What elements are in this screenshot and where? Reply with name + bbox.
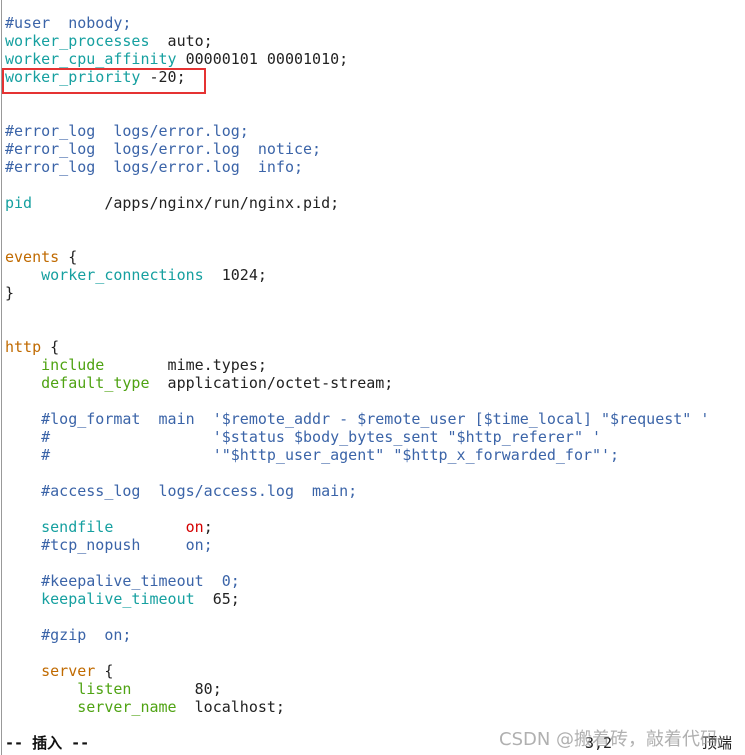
code-token-directive: keepalive_timeout [41,590,195,608]
code-token-comment: #error_log logs/error.log info; [5,158,304,176]
code-token-plain: application/octet-stream; [149,374,394,392]
code-token-plain: 65; [194,590,240,608]
code-line: server { [5,662,745,680]
code-token-directive: worker_cpu_affinity [5,50,177,68]
code-token-comment: #gzip on; [5,626,132,644]
vim-editor-buffer[interactable]: #user nobody; worker_processes auto; worke… [5,14,745,716]
code-line: #keepalive_timeout 0; [5,572,745,590]
code-line: # '"$http_user_agent" "$http_x_forwarded… [5,446,745,464]
highlight-box-worker-priority [2,68,206,94]
code-line: worker_processes auto; [5,32,745,50]
code-token-module: include [41,356,105,374]
code-token-plain: auto; [149,32,213,50]
code-line: http { [5,338,745,356]
code-token-block: events [5,248,60,266]
code-token-comment: #log_format main '$remote_addr - $remote… [5,410,710,428]
code-token-plain: { [59,248,78,266]
code-line: worker_cpu_affinity 00000101 00001010; [5,50,745,68]
code-token-directive: pid [5,194,33,212]
code-token-comment: #access_log logs/access.log main; [5,482,358,500]
code-token-comment: # '"$http_user_agent" "$http_x_forwarded… [5,446,620,464]
code-line: #user nobody; [5,14,745,32]
code-token-block: http [5,338,42,356]
code-token-directive: worker_processes [5,32,150,50]
window-left-border [1,0,2,755]
insert-mode-indicator: -- 插入 -- [5,734,90,752]
code-line: } [5,284,745,302]
code-token-comment: #error_log logs/error.log notice; [5,140,322,158]
code-token-module: server_name [77,698,177,716]
code-token-plain: mime.types; [104,356,267,374]
code-token-module: default_type [41,374,150,392]
code-line: listen 80; [5,680,745,698]
code-token-plain: } [5,284,15,302]
csdn-watermark: CSDN @搬着砖，敲着代码 [499,729,719,750]
code-token-plain: localhost; [176,698,285,716]
code-token-plain: 80; [131,680,222,698]
code-token-plain: { [41,338,60,356]
code-token-comment: #user nobody; [5,14,132,32]
code-token-plain: ; [203,518,213,536]
code-line: include mime.types; [5,356,745,374]
code-token-comment: #keepalive_timeout 0; [5,572,240,590]
code-line: events { [5,248,745,266]
code-line: default_type application/octet-stream; [5,374,745,392]
code-line: sendfile on; [5,518,745,536]
code-line: worker_connections 1024; [5,266,745,284]
code-line: # '$status $body_bytes_sent "$http_refer… [5,428,745,446]
code-token-block: server [41,662,96,680]
code-token-directive: worker_connections [41,266,204,284]
code-token-directive: sendfile [41,518,114,536]
code-token-plain: { [95,662,114,680]
code-line: #access_log logs/access.log main; [5,482,745,500]
code-line: #error_log logs/error.log; [5,122,745,140]
code-token-red: on [185,518,204,536]
code-token-module: listen [77,680,132,698]
code-line: pid /apps/nginx/run/nginx.pid; [5,194,745,212]
code-token-plain: /apps/nginx/run/nginx.pid; [32,194,340,212]
code-token-plain: 1024; [203,266,267,284]
code-line: #gzip on; [5,626,745,644]
code-token-plain: 00000101 00001010; [176,50,349,68]
code-line: #log_format main '$remote_addr - $remote… [5,410,745,428]
code-token-comment: # '$status $body_bytes_sent "$http_refer… [5,428,602,446]
code-line: keepalive_timeout 65; [5,590,745,608]
code-token-comment: #error_log logs/error.log; [5,122,249,140]
code-token-comment: #tcp_nopush on; [5,536,213,554]
code-line: #error_log logs/error.log info; [5,158,745,176]
code-line: #tcp_nopush on; [5,536,745,554]
code-line: #error_log logs/error.log notice; [5,140,745,158]
code-line: server_name localhost; [5,698,745,716]
